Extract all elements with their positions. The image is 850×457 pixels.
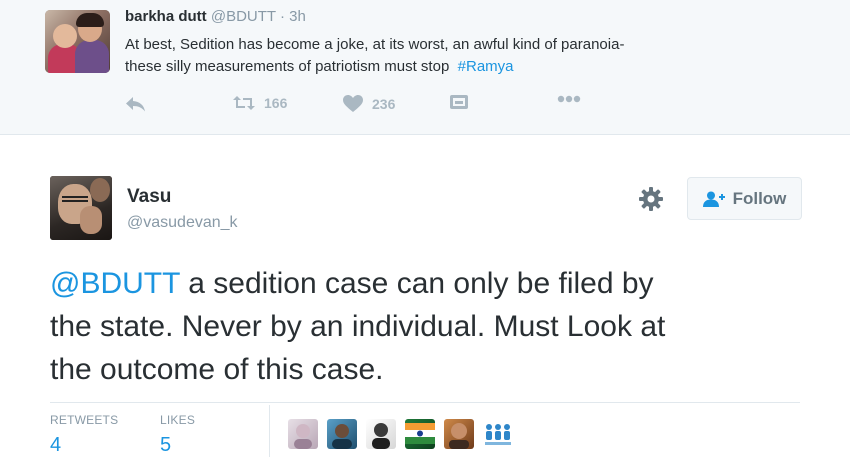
likes-value: 5 <box>160 434 172 456</box>
parent-timestamp[interactable]: 3h <box>289 8 306 25</box>
parent-header: barkha dutt @BDUTT · 3h <box>125 8 306 25</box>
reply-button[interactable] <box>125 95 147 113</box>
parent-text-line-1: At best, Sedition has become a joke, at … <box>125 36 625 53</box>
mention-link[interactable]: @BDUTT <box>50 267 180 300</box>
like-count: 236 <box>372 96 396 112</box>
parent-tweet-text: At best, Sedition has become a joke, at … <box>125 34 785 78</box>
more-button[interactable] <box>557 95 581 103</box>
likes-label: LIKES <box>160 413 196 427</box>
media-button[interactable] <box>450 95 468 111</box>
main-avatar[interactable] <box>50 176 112 240</box>
heart-icon <box>343 95 363 113</box>
parent-text-line-2: these silly measurements of patriotism m… <box>125 58 450 75</box>
media-icon <box>450 95 468 111</box>
retweets-value: 4 <box>50 434 62 456</box>
retweet-button[interactable]: 166 <box>233 95 287 111</box>
main-text-line-2: the state. Never by an individual. Must … <box>50 310 666 343</box>
parent-author-name[interactable]: barkha dutt <box>125 8 207 25</box>
more-icon <box>557 95 581 103</box>
gear-icon[interactable] <box>638 186 664 212</box>
parent-author-handle[interactable]: @BDUTT <box>211 8 276 25</box>
stats-divider <box>50 402 800 403</box>
liker-avatar[interactable] <box>327 419 357 449</box>
reply-icon <box>125 95 147 113</box>
parent-avatar[interactable] <box>45 10 110 73</box>
stats-separator <box>269 405 270 457</box>
retweets-label: RETWEETS <box>50 413 119 427</box>
like-button[interactable]: 236 <box>343 95 395 113</box>
liker-avatar[interactable] <box>288 419 318 449</box>
main-author-name[interactable]: Vasu <box>127 186 171 208</box>
follow-label: Follow <box>732 188 787 208</box>
retweet-count: 166 <box>264 95 288 111</box>
follow-person-icon <box>702 191 725 207</box>
follow-button[interactable]: Follow <box>687 177 802 220</box>
main-text-line-1: a sedition case can only be filed by <box>179 267 654 300</box>
likes-stat[interactable]: LIKES 5 <box>160 413 195 457</box>
liker-avatar[interactable] <box>366 419 396 449</box>
retweet-icon <box>233 95 255 111</box>
liker-avatar[interactable] <box>405 419 435 449</box>
main-text-line-3: the outcome of this case. <box>50 353 384 386</box>
main-tweet-text: @BDUTT a sedition case can only be filed… <box>50 262 810 391</box>
hashtag-link[interactable]: #Ramya <box>458 58 514 75</box>
liker-avatar[interactable] <box>444 419 474 449</box>
main-author-handle[interactable]: @vasudevan_k <box>127 214 238 232</box>
parent-tweet[interactable]: barkha dutt @BDUTT · 3h At best, Seditio… <box>0 0 850 135</box>
separator-dot: · <box>279 8 285 25</box>
liker-avatar[interactable] <box>483 419 513 449</box>
retweets-stat[interactable]: RETWEETS 4 <box>50 413 118 457</box>
